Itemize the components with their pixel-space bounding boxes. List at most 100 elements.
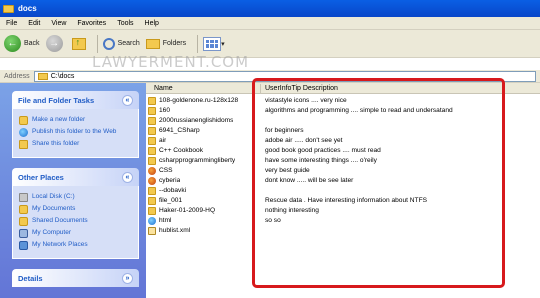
file-tasks-body: Make a new folder Publish this folder to… — [12, 109, 139, 158]
folder-icon — [148, 187, 156, 195]
place-my-computer[interactable]: My Computer — [19, 229, 132, 238]
file-userinfotip: good book good practices .... must read — [265, 147, 381, 154]
file-row[interactable]: cyberia dont know ..... will be see later — [146, 176, 540, 186]
menu-tools[interactable]: Tools — [117, 20, 133, 27]
column-divider[interactable] — [260, 84, 261, 93]
task-share-folder[interactable]: Share this folder — [19, 140, 132, 149]
place-my-documents[interactable]: My Documents — [19, 205, 132, 214]
file-name: C++ Cookbook — [159, 147, 203, 154]
file-name: hublist.xml — [159, 227, 191, 234]
collapse-chevron-icon[interactable]: « — [122, 94, 133, 106]
folders-button[interactable]: Folders — [145, 38, 187, 49]
toolbar-separator — [197, 34, 199, 53]
file-list: Name UserInfoTip Description 108-goldeno… — [146, 83, 540, 298]
file-row[interactable]: 160 algorithms and programming .... simpl… — [146, 106, 540, 116]
place-label: My Network Places — [32, 241, 88, 248]
back-button[interactable]: ← Back — [4, 35, 40, 52]
menu-edit[interactable]: Edit — [28, 20, 40, 27]
file-row[interactable]: file_001 Rescue data . Have interesting i… — [146, 196, 540, 206]
file-name: Haker-01-2009-HQ — [159, 207, 216, 214]
other-places-header[interactable]: Other Places « — [12, 168, 139, 186]
column-userinfotip[interactable]: UserInfoTip Description — [265, 85, 338, 92]
folder-icon — [148, 157, 156, 165]
task-make-new-folder[interactable]: Make a new folder — [19, 116, 132, 125]
place-shared-documents[interactable]: Shared Documents — [19, 217, 132, 226]
folder-up-icon[interactable] — [71, 37, 86, 50]
file-row[interactable]: html so so — [146, 216, 540, 226]
file-name: --dobavki — [159, 187, 187, 194]
folder-icon — [37, 72, 48, 80]
file-row[interactable]: air adobe air ..... don't see yet — [146, 136, 540, 146]
drive-icon — [19, 193, 28, 202]
task-label: Share this folder — [32, 140, 80, 147]
forward-button[interactable]: → — [45, 35, 66, 52]
globe-icon — [19, 128, 28, 137]
folder-icon — [148, 127, 156, 135]
address-value: C:\docs — [50, 72, 75, 80]
folder-icon — [148, 137, 156, 145]
search-button[interactable]: Search — [102, 37, 140, 50]
file-name: csharpprogrammingliberty — [159, 157, 236, 164]
file-userinfotip: for beginners — [265, 127, 304, 134]
file-tasks-header[interactable]: File and Folder Tasks « — [12, 91, 139, 109]
menu-favorites[interactable]: Favorites — [77, 20, 106, 27]
collapse-chevron-icon[interactable]: « — [122, 171, 133, 183]
title-bar: docs — [0, 0, 540, 17]
new-folder-icon — [19, 116, 28, 125]
documents-folder-icon — [19, 205, 28, 214]
address-field[interactable]: C:\docs — [33, 70, 536, 82]
folder-icon — [148, 207, 156, 215]
file-rows: 108-goldenone.ru-128x128 vistastyle icons… — [146, 96, 540, 236]
folder-icon — [3, 4, 14, 13]
menu-bar: File Edit View Favorites Tools Help — [0, 17, 540, 30]
file-row[interactable]: hublist.xml — [146, 226, 540, 236]
computer-icon — [19, 229, 28, 238]
file-row[interactable]: C++ Cookbook good book good practices ...… — [146, 146, 540, 156]
folders-label: Folders — [162, 40, 187, 47]
window-title: docs — [18, 4, 37, 13]
place-my-network[interactable]: My Network Places — [19, 241, 132, 250]
file-name: cyberia — [159, 177, 181, 184]
details-panel: Details » — [12, 269, 139, 287]
file-row[interactable]: 108-goldenone.ru-128x128 vistastyle icons… — [146, 96, 540, 106]
views-button[interactable]: ▾ — [203, 36, 225, 51]
expand-chevron-icon[interactable]: » — [122, 272, 133, 284]
other-places-body: Local Disk (C:) My Documents Shared Docu… — [12, 186, 139, 259]
task-publish-web[interactable]: Publish this folder to the Web — [19, 128, 132, 137]
menu-help[interactable]: Help — [145, 20, 159, 27]
file-row[interactable]: 6941_CSharp for beginners — [146, 126, 540, 136]
address-label: Address — [4, 72, 30, 80]
file-name: CSS — [159, 167, 173, 174]
back-arrow-icon: ← — [4, 35, 21, 52]
file-row[interactable]: CSS very best guide — [146, 166, 540, 176]
file-tasks-panel: File and Folder Tasks « Make a new folde… — [12, 91, 139, 158]
folder-icon — [148, 147, 156, 155]
search-label: Search — [117, 40, 140, 47]
file-userinfotip: algorithms and programming .... simple t… — [265, 107, 453, 114]
details-title: Details — [18, 273, 43, 283]
search-icon — [102, 37, 115, 50]
folders-icon — [145, 38, 160, 49]
file-userinfotip: adobe air ..... don't see yet — [265, 137, 343, 144]
watermark: LAWYERMENT.COM — [92, 53, 250, 71]
place-label: Local Disk (C:) — [32, 193, 75, 200]
menu-view[interactable]: View — [51, 20, 66, 27]
menu-file[interactable]: File — [6, 20, 17, 27]
share-folder-icon — [19, 140, 28, 149]
place-local-disk[interactable]: Local Disk (C:) — [19, 193, 132, 202]
shared-folder-icon — [19, 217, 28, 226]
file-row[interactable]: csharpprogrammingliberty have some intere… — [146, 156, 540, 166]
file-userinfotip: have some interesting things .... o'reil… — [265, 157, 377, 164]
views-icon — [203, 36, 222, 51]
file-userinfotip: so so — [265, 217, 281, 224]
file-row[interactable]: --dobavki — [146, 186, 540, 196]
file-name: 2000russianenglishidoms — [159, 117, 234, 124]
column-name[interactable]: Name — [154, 85, 173, 92]
file-row[interactable]: Haker-01-2009-HQ nothing interesting — [146, 206, 540, 216]
file-row[interactable]: 2000russianenglishidoms — [146, 116, 540, 126]
file-userinfotip: Rescue data . Have interesting informati… — [265, 197, 427, 204]
internet-explorer-icon — [148, 217, 156, 225]
task-label: Publish this folder to the Web — [32, 128, 117, 135]
details-header[interactable]: Details » — [12, 269, 139, 287]
folder-icon — [148, 107, 156, 115]
